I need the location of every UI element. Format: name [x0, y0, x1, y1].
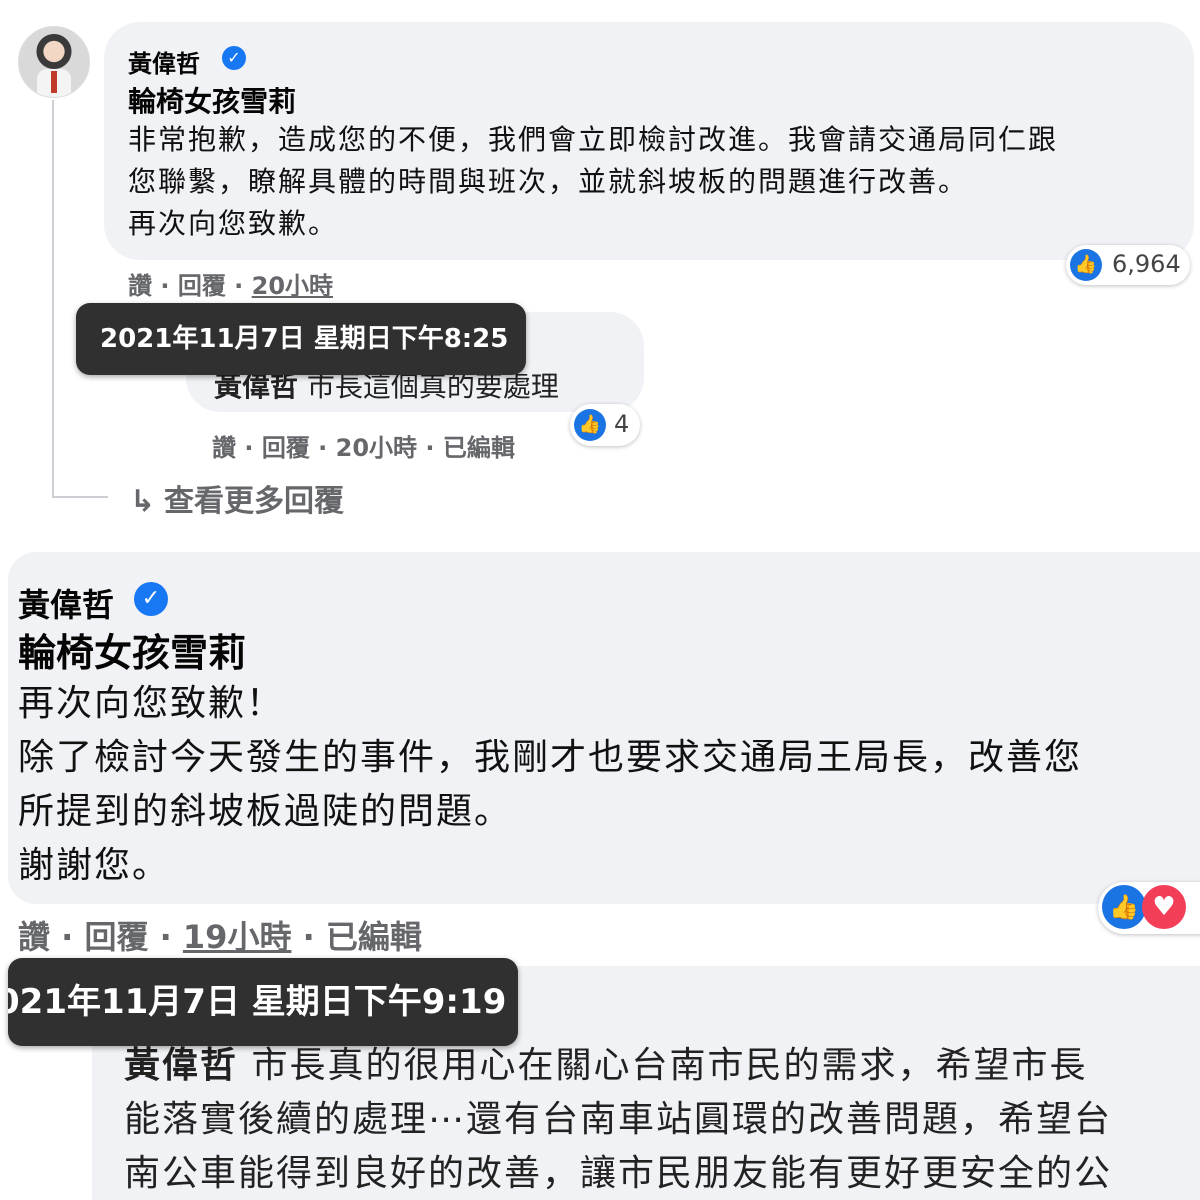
mention-tag[interactable]: 輪椅女孩雪莉 [18, 622, 246, 677]
reply-arrow-icon: ↳ [130, 484, 156, 519]
separator: · [225, 272, 252, 300]
reaction-count: 4 [614, 410, 630, 438]
comment-text-line: 非常抱歉，造成您的不便，我們會立即檢討改進。我會請交通局同仁跟 [128, 123, 1059, 156]
comment-body: 市長真的很用心在關心台南市民的需求，希望市長 [238, 1045, 1088, 1086]
reaction-count: 6,964 [1112, 250, 1181, 278]
comment-text-line: 除了檢討今天發生的事件，我剛才也要求交通局王局長，改善您 [18, 737, 1083, 778]
comment-actions: 讚 · 回覆 · 20小時 · 已編輯 [212, 434, 515, 462]
heart-icon: ♥ [1142, 885, 1186, 929]
timestamp-link[interactable]: 20小時 [252, 272, 333, 300]
comment-actions: 讚 · 回覆 · 19小時 · 已編輯 [18, 918, 422, 956]
reply-button[interactable]: 回覆 [84, 918, 148, 956]
edited-label: 已編輯 [442, 434, 515, 462]
like-icon: 👍 [1102, 885, 1146, 929]
verified-badge-icon: ✓ [222, 46, 246, 70]
comment-text-line: 再次向您致歉！ [18, 683, 285, 724]
edited-label: 已編輯 [325, 918, 422, 956]
reply-button[interactable]: 回覆 [262, 434, 310, 462]
comment-text-line: 您聯繫，瞭解具體的時間與班次，並就斜坡板的問題進行改善。 [128, 165, 969, 198]
comment-actions: 讚 · 回覆 · 20小時 [128, 266, 333, 301]
like-icon: 👍 [574, 409, 606, 441]
comment-text-line: 南公車能得到良好的改善，讓市民朋友能有更好更安全的公 [124, 1153, 1113, 1194]
timestamp-tooltip: 021年11月7日 星期日下午9:19 [8, 958, 518, 1046]
view-more-replies-label: 查看更多回覆 [164, 484, 344, 519]
timestamp-tooltip-text: 021年11月7日 星期日下午9:19 [8, 982, 507, 1022]
mention-tag[interactable]: 輪椅女孩雪莉 [128, 80, 296, 120]
separator: · [152, 272, 178, 300]
reply-button[interactable]: 回覆 [178, 272, 226, 300]
comment-author[interactable]: 黃偉哲 [128, 44, 200, 79]
comment-text-line: 再次向您致歉。 [128, 207, 339, 240]
thread-line-hook [52, 496, 108, 498]
like-button[interactable]: 讚 [128, 272, 152, 300]
thread-line [52, 100, 54, 498]
like-button[interactable]: 讚 [212, 434, 236, 462]
verified-badge-icon: ✓ [134, 582, 168, 616]
comment-text-line: 謝謝您。 [18, 845, 171, 886]
timestamp-link[interactable]: 19小時 [183, 918, 292, 956]
like-button[interactable]: 讚 [18, 918, 50, 956]
comment-text-line: 所提到的斜坡板過陡的問題。 [18, 791, 513, 832]
view-more-replies-button[interactable]: ↳ 查看更多回覆 [130, 476, 344, 520]
timestamp-tooltip: 2021年11月7日 星期日下午8:25 [76, 303, 526, 375]
comment-text-line: 能落實後續的處理⋯還有台南車站圓環的改善問題，希望台 [124, 1099, 1113, 1140]
timestamp-link[interactable]: 20小時 [336, 434, 417, 462]
avatar[interactable] [18, 26, 90, 98]
like-icon: 👍 [1070, 249, 1102, 281]
comment-author[interactable]: 黃偉哲 [18, 580, 114, 626]
mention-tag[interactable]: 黃偉哲 [124, 1045, 238, 1086]
